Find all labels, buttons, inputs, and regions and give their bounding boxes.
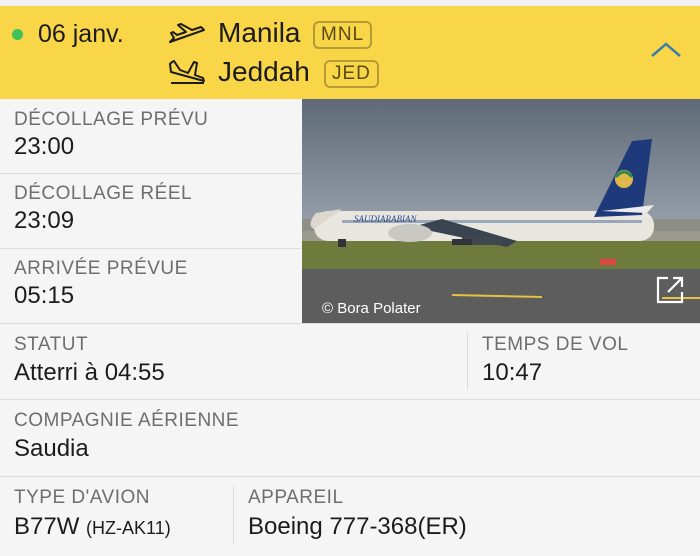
aircraft-type-value: B77W (HZ-AK11) [14,513,171,541]
scheduled-departure-label: DÉCOLLAGE PRÉVU [14,109,209,130]
aircraft-model-value: Boeing 777-368(ER) [248,513,467,540]
departure-code-badge: MNL [313,21,373,49]
flight-time-value: 10:47 [482,359,543,386]
departure-city: Manila [218,17,301,48]
scheduled-departure-value: 23:00 [14,133,75,160]
scheduled-arrival-cell: ARRIVÉE PRÉVUE 05:15 [0,249,301,323]
actual-departure-value: 23:09 [14,207,75,234]
chevron-up-icon[interactable] [650,40,682,60]
scheduled-arrival-label: ARRIVÉE PRÉVUE [14,258,188,279]
aircraft-photo[interactable]: SAUDIARABIAN © Bora Polater [302,99,700,323]
arrival-code-badge: JED [324,60,379,88]
livery-text: SAUDIARABIAN [354,214,417,224]
aircraft-type-label: TYPE D'AVION [14,487,150,508]
arrival-city: Jeddah [218,56,310,87]
landing-plane-icon [169,60,205,84]
airline-cell: COMPAGNIE AÉRIENNE Saudia [0,400,700,475]
flight-time-cell: TEMPS DE VOL 10:47 [468,324,700,399]
actual-departure-cell: DÉCOLLAGE RÉEL 23:09 [0,174,301,248]
scheduled-departure-cell: DÉCOLLAGE PRÉVU 23:00 [0,99,301,173]
airline-value: Saudia [14,435,89,462]
aircraft-model-cell: APPAREIL Boeing 777-368(ER) [234,477,700,556]
actual-departure-label: DÉCOLLAGE RÉEL [14,183,193,204]
aircraft-image: SAUDIARABIAN [302,99,700,323]
airline-label: COMPAGNIE AÉRIENNE [14,410,240,431]
external-link-icon[interactable] [654,274,686,306]
takeoff-plane-icon [169,23,205,43]
status-label: STATUT [14,334,89,355]
flight-time-label: TEMPS DE VOL [482,334,629,355]
flight-date: 06 janv. [38,20,124,48]
status-cell: STATUT Atterri à 04:55 [0,324,467,399]
flight-header[interactable]: 06 janv. Manila MNL Jeddah JED [0,6,700,99]
status-value: Atterri à 04:55 [14,359,165,386]
status-dot [12,29,23,40]
scheduled-arrival-value: 05:15 [14,282,75,309]
aircraft-type-cell: TYPE D'AVION B77W (HZ-AK11) [0,477,233,556]
aircraft-registration: (HZ-AK11) [86,518,171,538]
aircraft-type-code: B77W [14,513,80,540]
aircraft-model-label: APPAREIL [248,487,344,508]
photo-credit: © Bora Polater [322,300,421,317]
